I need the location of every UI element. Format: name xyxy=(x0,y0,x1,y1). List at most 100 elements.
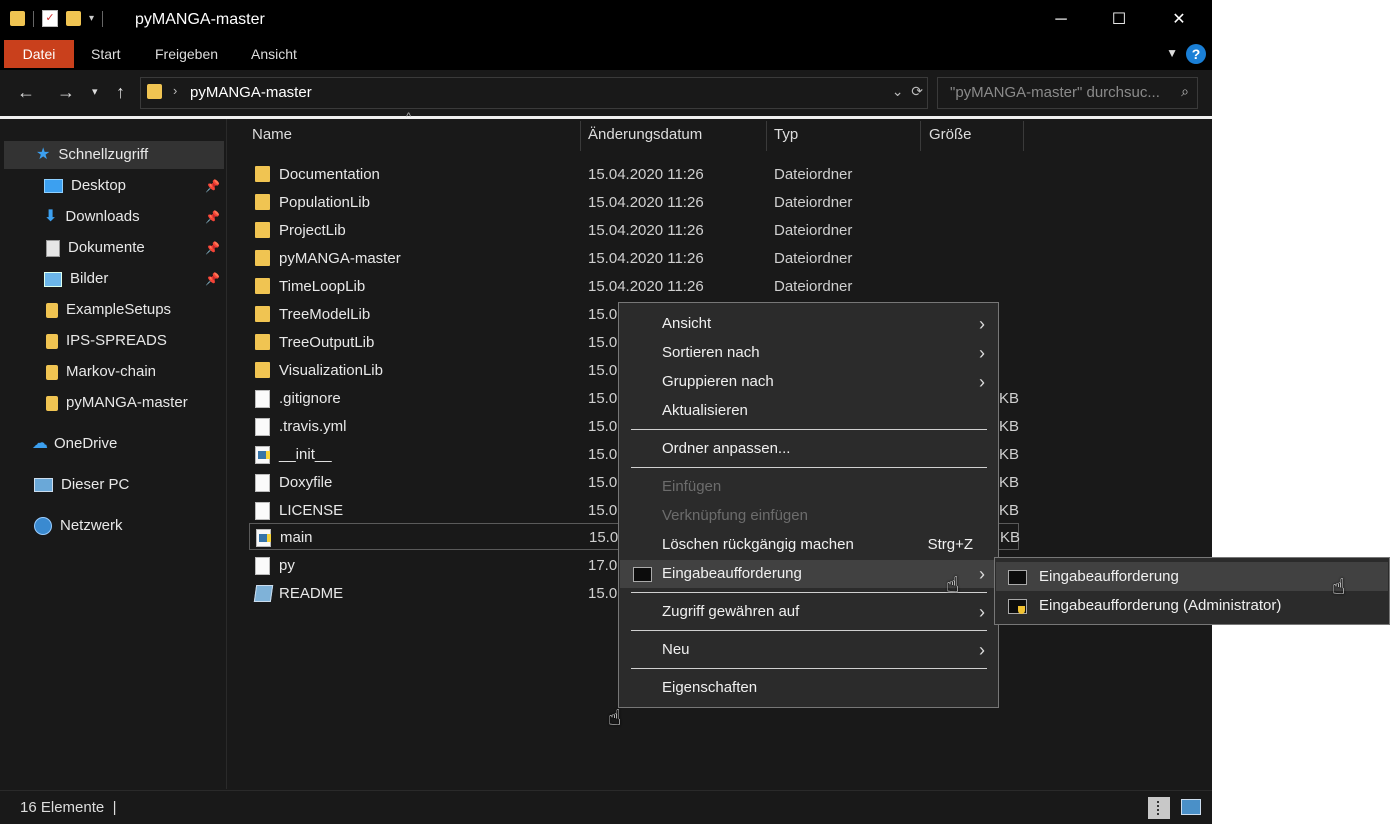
menu-item-loeschen-rueckgaengig[interactable]: Löschen rückgängig machen Strg+Z xyxy=(620,531,997,559)
file-icon xyxy=(255,557,270,575)
folder-icon xyxy=(255,194,270,210)
nav-item-downloads[interactable]: ⬇ Downloads 📌 xyxy=(4,203,224,231)
menu-item-verknuepfung-einfuegen: Verknüpfung einfügen xyxy=(662,507,808,524)
nav-item-schnellzugriff[interactable]: ★ Schnellzugriff xyxy=(4,141,224,169)
up-arrow-icon[interactable]: ↑ xyxy=(116,82,125,103)
menu-item-sortieren-nach[interactable]: Sortieren nach › xyxy=(620,339,997,367)
table-row[interactable]: ProjectLib 15.04.2020 11:26 Dateiordner xyxy=(249,217,1019,244)
new-folder-icon[interactable] xyxy=(66,11,81,26)
large-icons-view-icon[interactable] xyxy=(1181,799,1201,815)
python-file-icon xyxy=(256,529,271,547)
folder-icon xyxy=(46,333,58,349)
recent-locations-chevron-icon[interactable]: ▾ xyxy=(92,85,98,98)
status-bar: 16 Elemente | xyxy=(0,790,1212,824)
folder-icon xyxy=(255,278,270,294)
nav-item-desktop[interactable]: Desktop 📌 xyxy=(4,172,224,200)
document-icon xyxy=(46,239,60,257)
close-button[interactable]: ✕ xyxy=(1150,0,1208,40)
menu-item-aktualisieren[interactable]: Aktualisieren xyxy=(620,397,997,425)
properties-check-icon[interactable]: ✓ xyxy=(42,10,58,27)
folder-icon xyxy=(46,302,58,318)
nav-item-onedrive[interactable]: ☁ OneDrive xyxy=(4,430,224,458)
ribbon-tabs: Datei Start Freigeben Ansicht ▼ ? xyxy=(0,40,1212,70)
nav-item-netzwerk[interactable]: Netzwerk xyxy=(4,512,224,540)
menu-item-eigenschaften[interactable]: Eigenschaften xyxy=(620,674,997,702)
explorer-window: ✓ ▾ pyMANGA-master ─ ☐ ✕ Datei Start Fre… xyxy=(0,0,1212,824)
title-bar: ✓ ▾ pyMANGA-master ─ ☐ ✕ xyxy=(0,0,1212,40)
column-header-date[interactable]: Änderungsdatum xyxy=(588,119,702,151)
navigation-pane: ★ Schnellzugriff Desktop 📌 ⬇ Downloads 📌 D… xyxy=(0,119,227,789)
breadcrumb-current[interactable]: pyMANGA-master xyxy=(190,84,312,101)
maximize-button[interactable]: ☐ xyxy=(1090,0,1148,40)
column-divider[interactable] xyxy=(1023,121,1024,151)
pin-icon: 📌 xyxy=(205,179,220,193)
nav-item-pymanga-master[interactable]: pyMANGA-master xyxy=(4,389,224,417)
menu-item-eingabeaufforderung[interactable]: Eingabeaufforderung › xyxy=(620,560,997,588)
nav-item-markov-chain[interactable]: Markov-chain xyxy=(4,358,224,386)
submenu-item-eingabeaufforderung[interactable]: Eingabeaufforderung xyxy=(996,562,1388,591)
menu-item-zugriff-gewaehren[interactable]: Zugriff gewähren auf › xyxy=(620,598,997,626)
network-icon xyxy=(34,517,52,536)
nav-item-examplesetups[interactable]: ExampleSetups xyxy=(4,296,224,324)
minimize-button[interactable]: ─ xyxy=(1032,0,1090,40)
window-title: pyMANGA-master xyxy=(135,11,265,28)
nav-item-ips-spreads[interactable]: IPS-SPREADS xyxy=(4,327,224,355)
table-row[interactable]: pyMANGA-master 15.04.2020 11:26 Dateiord… xyxy=(249,245,1019,272)
column-header-type[interactable]: Typ xyxy=(774,119,798,151)
chevron-right-icon: › xyxy=(979,314,985,334)
menu-item-neu[interactable]: Neu › xyxy=(620,636,997,664)
context-menu: Ansicht › Sortieren nach › Gruppieren na… xyxy=(618,302,999,708)
nav-item-bilder[interactable]: Bilder 📌 xyxy=(4,265,224,293)
address-dropdown-refresh[interactable]: ⌄ ⟳ xyxy=(892,83,923,100)
menu-separator xyxy=(631,630,987,631)
back-arrow-icon[interactable]: ← xyxy=(17,82,35,103)
table-row[interactable]: PopulationLib 15.04.2020 11:26 Dateiordn… xyxy=(249,189,1019,216)
table-row[interactable]: TimeLoopLib 15.04.2020 11:26 Dateiordner xyxy=(249,273,1019,300)
forward-arrow-icon[interactable]: → xyxy=(57,82,75,103)
nav-item-dieser-pc[interactable]: Dieser PC xyxy=(4,471,224,499)
menu-separator xyxy=(631,429,987,430)
pin-icon: 📌 xyxy=(205,210,220,224)
folder-icon xyxy=(255,334,270,350)
folder-icon xyxy=(255,166,270,182)
search-placeholder: "pyMANGA-master" durchsuc... xyxy=(950,84,1160,101)
folder-icon xyxy=(255,306,270,322)
nav-item-dokumente[interactable]: Dokumente 📌 xyxy=(4,234,224,262)
breadcrumb-chevron-icon[interactable]: › xyxy=(173,83,177,98)
search-icon[interactable]: ⌕ xyxy=(1181,83,1189,100)
submenu-item-eingabeaufforderung-admin[interactable]: Eingabeaufforderung (Administrator) xyxy=(996,591,1388,620)
menu-separator xyxy=(631,592,987,593)
expand-ribbon-chevron-icon[interactable]: ▼ xyxy=(1166,46,1178,60)
customize-toolbar-icon[interactable]: ▾ xyxy=(89,13,94,24)
file-icon xyxy=(255,502,270,520)
cloud-icon: ☁ xyxy=(32,435,48,453)
search-input[interactable]: "pyMANGA-master" durchsuc... ⌕ xyxy=(937,77,1198,109)
column-divider[interactable] xyxy=(920,121,921,151)
column-header-size[interactable]: Größe xyxy=(929,119,972,151)
folder-icon xyxy=(255,362,270,378)
toolbar-divider xyxy=(33,10,34,27)
hand-cursor-icon: ☝ xyxy=(1332,574,1346,599)
download-icon: ⬇ xyxy=(44,208,58,226)
chevron-right-icon: › xyxy=(979,640,985,660)
shortcut-label: Strg+Z xyxy=(927,536,973,553)
folder-icon xyxy=(147,84,162,99)
menu-item-ordner-anpassen[interactable]: Ordner anpassen... xyxy=(620,435,997,463)
tab-freigeben[interactable]: Freigeben xyxy=(155,40,218,68)
address-field[interactable]: › pyMANGA-master ⌄ ⟳ xyxy=(140,77,928,109)
tab-datei[interactable]: Datei xyxy=(4,40,74,68)
python-file-icon xyxy=(255,446,270,464)
table-row[interactable]: Documentation 15.04.2020 11:26 Dateiordn… xyxy=(249,161,1019,188)
cmd-icon xyxy=(633,567,652,582)
item-count: 16 Elemente | xyxy=(20,799,117,816)
column-divider[interactable] xyxy=(580,121,581,151)
column-divider[interactable] xyxy=(766,121,767,151)
help-icon[interactable]: ? xyxy=(1186,44,1206,64)
menu-item-gruppieren-nach[interactable]: Gruppieren nach › xyxy=(620,368,997,396)
menu-item-ansicht[interactable]: Ansicht › xyxy=(620,310,997,338)
menu-separator xyxy=(631,668,987,669)
tab-start[interactable]: Start xyxy=(91,40,121,68)
tab-ansicht[interactable]: Ansicht xyxy=(251,40,297,68)
details-view-icon[interactable] xyxy=(1148,797,1170,819)
column-header-name[interactable]: Name xyxy=(252,119,292,151)
